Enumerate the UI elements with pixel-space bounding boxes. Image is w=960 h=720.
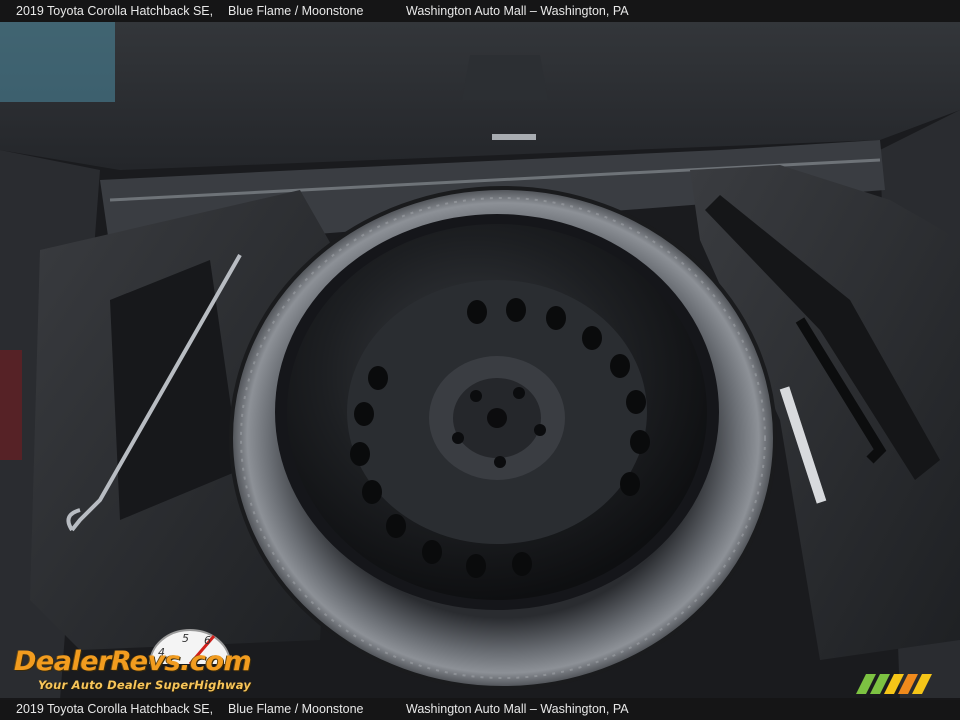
dealerrevs-watermark: 4 5 6 DealerRevs.com Your Auto Dealer Su… xyxy=(12,626,268,694)
caption-color: Blue Flame / Moonstone xyxy=(228,4,364,18)
caption-dealer: Washington Auto Mall – Washington, PA xyxy=(406,702,629,716)
caption-dealer: Washington Auto Mall – Washington, PA xyxy=(406,4,629,18)
gauge-digit: 5 xyxy=(182,632,189,645)
caption-bar-bottom: 2019 Toyota Corolla Hatchback SE, Blue F… xyxy=(0,698,960,720)
trunk-photo xyxy=(0,0,960,720)
caption-color: Blue Flame / Moonstone xyxy=(228,702,364,716)
racing-stripes-icon xyxy=(856,674,932,694)
caption-model: 2019 Toyota Corolla Hatchback SE, xyxy=(16,702,214,716)
watermark-brand: DealerRevs.com xyxy=(14,646,252,677)
caption-bar-top: 2019 Toyota Corolla Hatchback SE, Blue F… xyxy=(0,0,960,22)
caption-model: 2019 Toyota Corolla Hatchback SE, xyxy=(16,4,214,18)
watermark-tagline: Your Auto Dealer SuperHighway xyxy=(38,678,252,692)
